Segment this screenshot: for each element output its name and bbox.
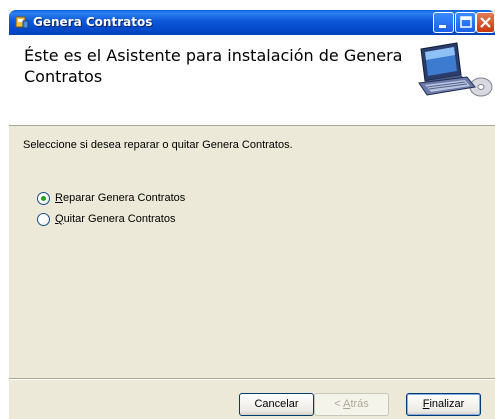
minimize-icon	[439, 25, 446, 28]
repair-radio[interactable]	[37, 191, 50, 205]
maximize-button[interactable]	[455, 12, 476, 33]
window-title: Genera Contratos	[33, 15, 153, 29]
repair-option[interactable]: Reparar Genera Contratos	[37, 190, 185, 206]
finish-button[interactable]: Finalizar	[406, 393, 481, 416]
remove-label[interactable]: Quitar Genera Contratos	[55, 213, 175, 225]
cancel-button[interactable]: Cancelar	[239, 393, 314, 416]
installer-window: Genera Contratos Éste es el Asistente pa…	[9, 10, 495, 419]
repair-label[interactable]: Reparar Genera Contratos	[55, 192, 185, 204]
radio-selected-dot	[41, 195, 46, 201]
instruction-text: Seleccione si desea reparar o quitar Gen…	[23, 139, 293, 151]
installer-icon	[15, 16, 29, 29]
close-icon	[480, 17, 491, 28]
remove-option[interactable]: Quitar Genera Contratos	[37, 211, 175, 227]
title-bar[interactable]: Genera Contratos	[9, 10, 495, 35]
computer-cd-icon	[418, 42, 493, 97]
minimize-button[interactable]	[433, 12, 454, 33]
wizard-header: Éste es el Asistente para instalación de…	[9, 35, 495, 126]
footer-divider	[9, 378, 495, 380]
back-button[interactable]: < Atrás	[314, 393, 389, 416]
remove-radio[interactable]	[37, 212, 50, 226]
close-button[interactable]	[476, 12, 495, 33]
maximize-icon	[460, 16, 472, 28]
wizard-title: Éste es el Asistente para instalación de…	[24, 46, 403, 86]
